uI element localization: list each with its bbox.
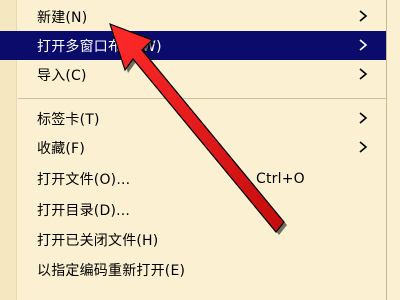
file-menu: 新建(N) 打开多窗口布局(W) 导入(C) 标签卡(T) 收藏(F) 打开文件…	[0, 0, 386, 300]
menu-item-favorites[interactable]: 收藏(F)	[0, 133, 386, 162]
context-menu-screenshot: 新建(N) 打开多窗口布局(W) 导入(C) 标签卡(T) 收藏(F) 打开文件…	[0, 0, 400, 300]
menu-item-label: 以指定编码重新打开(E)	[37, 262, 186, 279]
chevron-right-icon	[359, 141, 368, 153]
menu-item-tabs[interactable]: 标签卡(T)	[0, 104, 386, 133]
chevron-right-icon	[359, 68, 368, 80]
menu-item-label: 标签卡(T)	[37, 111, 100, 128]
menu-item-reopen-closed-file[interactable]: 打开已关闭文件(H)	[0, 225, 386, 254]
menu-item-label: 收藏(F)	[37, 140, 85, 157]
menu-item-shortcut: Ctrl+O	[256, 170, 305, 187]
menu-item-label: 打开文件(O)...	[37, 171, 131, 188]
menu-item-label: 打开已关闭文件(H)	[37, 232, 159, 249]
chevron-right-icon	[359, 39, 368, 51]
window-edge	[386, 0, 400, 300]
menu-item-label: 新建(N)	[37, 9, 88, 26]
chevron-right-icon	[359, 112, 368, 124]
menu-item-label: 打开目录(D)...	[37, 202, 131, 219]
menu-item-reopen-with-encoding[interactable]: 以指定编码重新打开(E)	[0, 255, 386, 284]
menu-item-import[interactable]: 导入(C)	[0, 60, 386, 89]
chevron-right-icon	[359, 10, 368, 22]
menu-item-open-multi-window-layout[interactable]: 打开多窗口布局(W)	[0, 31, 386, 60]
menu-item-open-file[interactable]: 打开文件(O)... Ctrl+O	[0, 164, 386, 193]
menu-item-label: 导入(C)	[37, 67, 87, 84]
menu-separator	[18, 98, 386, 99]
menu-item-open-directory[interactable]: 打开目录(D)...	[0, 195, 386, 224]
menu-item-label: 打开多窗口布局(W)	[37, 38, 162, 55]
menu-item-new[interactable]: 新建(N)	[0, 2, 386, 31]
